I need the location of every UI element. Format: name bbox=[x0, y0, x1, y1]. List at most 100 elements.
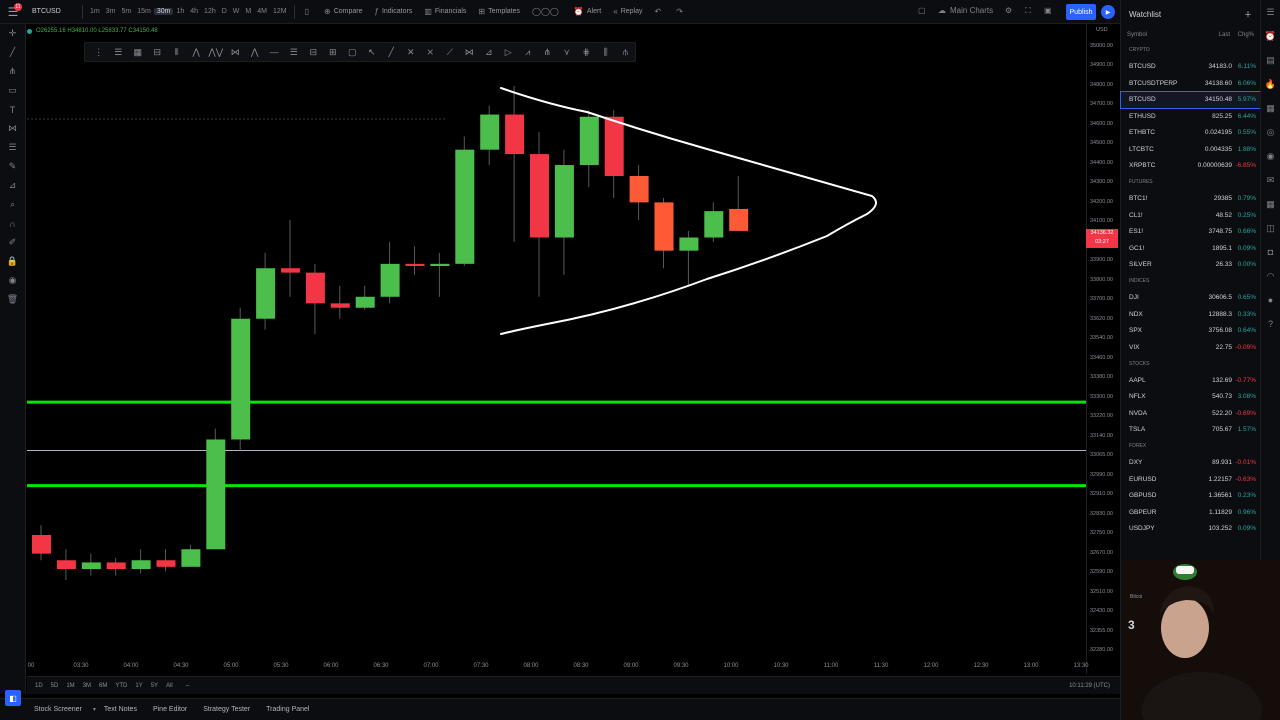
add-symbol-icon[interactable]: ＋ bbox=[1244, 9, 1252, 20]
chat-icon[interactable]: ✉ bbox=[1261, 168, 1280, 192]
pattern-icon[interactable]: ⋀ bbox=[187, 47, 207, 58]
trend-line-icon[interactable]: ╱ bbox=[0, 43, 25, 62]
interval-D[interactable]: D bbox=[219, 8, 230, 15]
interval-1h[interactable]: 1h bbox=[173, 8, 187, 15]
bottom-tab[interactable]: Stock Screener bbox=[26, 706, 90, 713]
fullscreen-icon[interactable]: ⛶ bbox=[1025, 6, 1031, 16]
drag-handle-icon[interactable]: ⋮ bbox=[89, 47, 109, 58]
watchlist-section[interactable]: CRYPTO bbox=[1121, 42, 1260, 59]
wave-icon[interactable]: ⋀⋁ bbox=[206, 47, 226, 58]
calendar-icon[interactable]: ▦ bbox=[1261, 96, 1280, 120]
interval-4M[interactable]: 4M bbox=[254, 8, 270, 15]
watchlist-row[interactable]: BTCUSD 34150.48 5.97% bbox=[1120, 90, 1261, 109]
watchlist-row[interactable]: NVDA 522.20 -0.69% bbox=[1121, 405, 1260, 422]
watchlist-section[interactable]: FOREX bbox=[1121, 438, 1260, 455]
watchlist-row[interactable]: SILVER 26.33 0.00% bbox=[1121, 257, 1260, 274]
price-scale[interactable]: 35000.00 34900.00 34800.00 34700.00 34600.00… bbox=[1086, 24, 1120, 674]
zoom-icon[interactable]: ⌕ bbox=[0, 195, 25, 214]
ideas-icon[interactable]: ◎ bbox=[1261, 120, 1280, 144]
col-last[interactable]: Last bbox=[1194, 32, 1230, 38]
watchlist-row[interactable]: DJI 30606.5 0.65% bbox=[1121, 290, 1260, 307]
projection-icon[interactable]: ⩘ bbox=[518, 47, 538, 58]
col-symbol[interactable]: Symbol bbox=[1127, 32, 1194, 38]
watchlist-icon[interactable]: ☰ bbox=[1261, 0, 1280, 24]
financials-button[interactable]: ▥ Financials bbox=[418, 7, 472, 16]
interval-1m[interactable]: 1m bbox=[87, 8, 103, 15]
rectangle-icon[interactable]: ▭ bbox=[0, 81, 25, 100]
watchlist-row[interactable]: GC1! 1895.1 0.09% bbox=[1121, 240, 1260, 257]
x-pattern-icon[interactable]: ⨯ bbox=[421, 47, 441, 58]
lock-icon[interactable]: 🔒 bbox=[0, 252, 25, 271]
horizontal-lines-icon[interactable]: ☰ bbox=[109, 47, 129, 58]
signal-icon[interactable]: ◠ bbox=[1261, 264, 1280, 288]
range-1M[interactable]: 1M bbox=[62, 683, 78, 689]
data-window-icon[interactable]: ▤ bbox=[1261, 48, 1280, 72]
interval-4h[interactable]: 4h bbox=[187, 8, 201, 15]
time-axis[interactable]: 00 03:30 04:00 04:30 05:00 05:30 06:00 06:30 07:… bbox=[27, 660, 1089, 674]
watchlist-row[interactable]: ETHUSD 825.25 6.44% bbox=[1121, 108, 1260, 125]
settings-icon[interactable]: ⚙ bbox=[1005, 6, 1012, 15]
eye-icon[interactable]: ◉ bbox=[0, 271, 25, 290]
hotlist-icon[interactable]: 🔥 bbox=[1261, 72, 1280, 96]
range-3M[interactable]: 3M bbox=[79, 683, 95, 689]
fork2-icon[interactable]: ⫛ bbox=[616, 47, 636, 58]
triangle-pattern-icon[interactable]: ⋈ bbox=[460, 47, 480, 58]
camera-icon[interactable]: ▣ bbox=[1044, 6, 1052, 15]
parallel-channel-icon[interactable]: ▦ bbox=[128, 47, 148, 58]
help-icon[interactable]: ? bbox=[1261, 312, 1280, 336]
interval-3m[interactable]: 3m bbox=[103, 8, 119, 15]
range-5D[interactable]: 5D bbox=[47, 683, 63, 689]
range-YTD[interactable]: YTD bbox=[111, 683, 131, 689]
publish-button[interactable]: Publish bbox=[1066, 4, 1096, 20]
watchlist-title[interactable]: Watchlist bbox=[1129, 10, 1161, 19]
watchlist-row[interactable]: GBPEUR 1.11829 0.96% bbox=[1121, 504, 1260, 521]
fan-icon[interactable]: ⋎ bbox=[557, 47, 577, 58]
alert-button[interactable]: ⏰ Alert bbox=[568, 7, 607, 16]
compare-button[interactable]: ⊕ Compare bbox=[318, 7, 369, 16]
watchlist-row[interactable]: SPX 3756.08 0.64% bbox=[1121, 323, 1260, 340]
alarm-icon[interactable]: ⏰ bbox=[1261, 24, 1280, 48]
watchlist-section[interactable]: FUTURES bbox=[1121, 174, 1260, 191]
bars-icon[interactable]: ⫼ bbox=[596, 47, 616, 58]
grid-icon[interactable]: ⊞ bbox=[323, 47, 343, 58]
watchlist-row[interactable]: NFLX 540.73 3.08% bbox=[1121, 389, 1260, 406]
fork-icon[interactable]: ⋔ bbox=[538, 47, 558, 58]
bottom-tab[interactable]: Pine Editor bbox=[145, 706, 195, 713]
vertical-lines-icon[interactable]: ⦀ bbox=[167, 47, 187, 58]
watchlist-row[interactable]: DXY 89.931 -0.01% bbox=[1121, 455, 1260, 472]
list-icon[interactable]: ☰ bbox=[284, 47, 304, 58]
triangle-icon[interactable]: ▷ bbox=[499, 47, 519, 58]
hash-icon[interactable]: ⋕ bbox=[577, 47, 597, 58]
watchlist-row[interactable]: XRPBTC 0.00000639 -6.85% bbox=[1121, 158, 1260, 175]
menu-icon[interactable]: ☰ 11 bbox=[0, 0, 26, 24]
bottom-tab[interactable]: Trading Panel bbox=[258, 706, 317, 713]
watchlist-row[interactable]: CL1! 48.52 0.25% bbox=[1121, 207, 1260, 224]
crosshair-icon[interactable]: ✛ bbox=[0, 24, 25, 43]
pitchfork-icon[interactable]: ⋔ bbox=[0, 62, 25, 81]
interval-30m[interactable]: 30m bbox=[153, 8, 174, 15]
watchlist-section[interactable]: INDICES bbox=[1121, 273, 1260, 290]
slash-icon[interactable]: ⟋ bbox=[440, 47, 460, 58]
symbol-search[interactable]: BTCUSD bbox=[26, 8, 78, 15]
wave-icon[interactable]: ⋀ bbox=[245, 47, 265, 58]
watchlist-row[interactable]: EURUSD 1.22157 -0.63% bbox=[1121, 471, 1260, 488]
trend-line-icon[interactable]: ╱ bbox=[382, 47, 402, 58]
range-1Y[interactable]: 1Y bbox=[131, 683, 146, 689]
magnet-icon[interactable]: ∩ bbox=[0, 214, 25, 233]
text-icon[interactable]: T bbox=[0, 100, 25, 119]
watchlist-row[interactable]: BTCUSDTPERP 34138.60 6.06% bbox=[1121, 75, 1260, 92]
range-5Y[interactable]: 5Y bbox=[147, 683, 162, 689]
undo-button[interactable]: ↶ bbox=[649, 7, 671, 16]
chart-pane[interactable] bbox=[27, 24, 1086, 674]
dual-icon[interactable]: ⊿ bbox=[479, 47, 499, 58]
interval-5m[interactable]: 5m bbox=[118, 8, 134, 15]
date-range-icon[interactable]: ⇔ bbox=[181, 683, 195, 689]
range-6M[interactable]: 6M bbox=[95, 683, 111, 689]
arrow-icon[interactable]: ↖ bbox=[362, 47, 382, 58]
brush-icon[interactable]: ✎ bbox=[0, 157, 25, 176]
watchlist-row[interactable]: VIX 22.75 -0.09% bbox=[1121, 339, 1260, 356]
watchlist-row[interactable]: GBPUSD 1.36561 0.23% bbox=[1121, 488, 1260, 505]
col-chg[interactable]: Chg% bbox=[1230, 32, 1254, 38]
interval-12h[interactable]: 12h bbox=[201, 8, 219, 15]
fib-icon[interactable]: ☰ bbox=[0, 138, 25, 157]
